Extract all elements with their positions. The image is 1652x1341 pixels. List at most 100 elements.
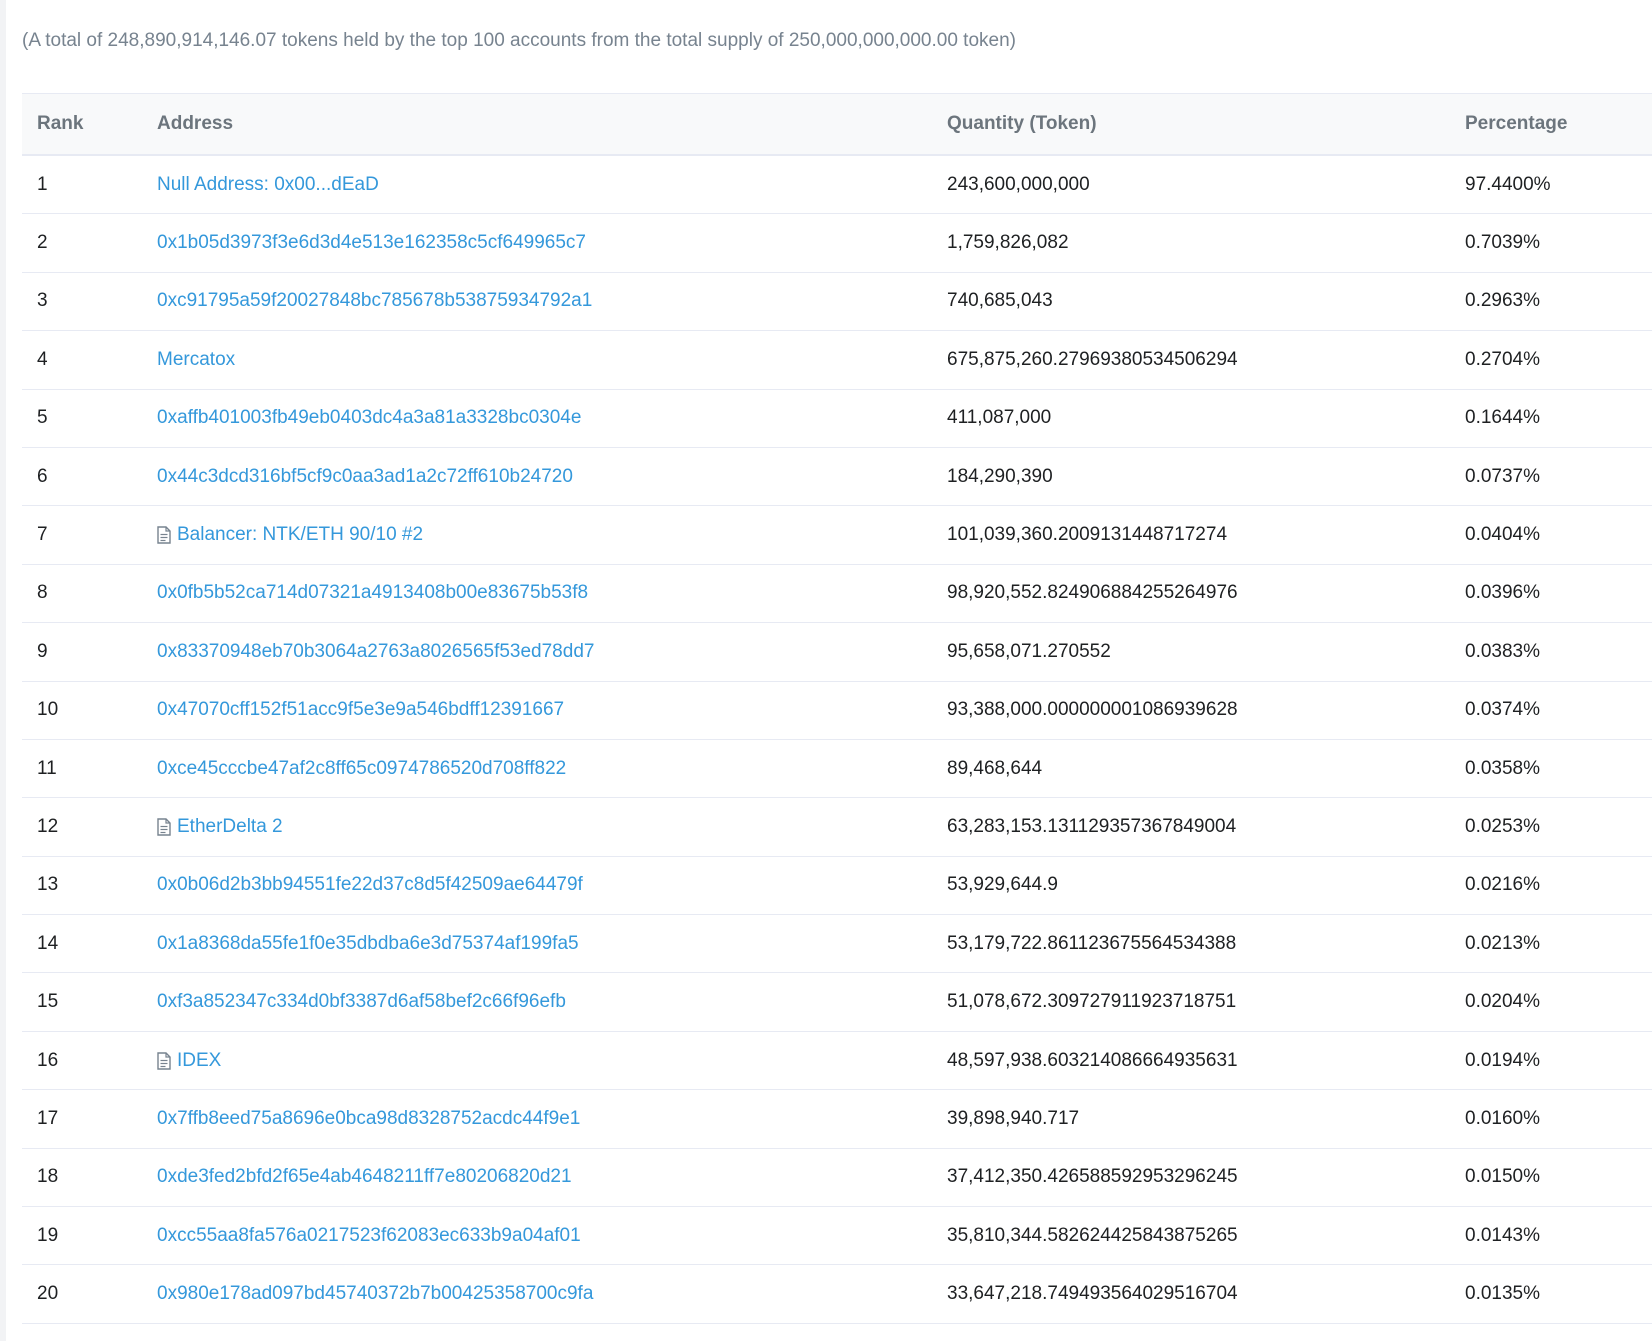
address-link[interactable]: 0xde3fed2bfd2f65e4ab4648211ff7e80206820d…: [157, 1166, 572, 1188]
address-link[interactable]: EtherDelta 2: [177, 816, 283, 838]
address-cell: 0x0fb5b52ca714d07321a4913408b00e83675b53…: [142, 582, 932, 604]
rank-cell: 18: [37, 1166, 59, 1188]
address-cell: EtherDelta 2: [142, 816, 932, 838]
percentage-cell: 0.0194%: [1465, 1049, 1541, 1071]
table-row-8: 8 0x0fb5b52ca714d07321a4913408b00e83675b…: [22, 565, 1652, 624]
percentage-cell: 0.2704%: [1465, 348, 1541, 370]
quantity-cell: 1,759,826,082: [947, 232, 1069, 254]
rank-cell: 8: [37, 582, 48, 604]
table-row-1: 1 Null Address: 0x00...dEaD 243,600,000,…: [22, 156, 1652, 215]
rank-cell: 6: [37, 465, 48, 487]
table-row-9: 9 0x83370948eb70b3064a2763a8026565f53ed7…: [22, 623, 1652, 682]
address-link[interactable]: Mercatox: [157, 349, 235, 371]
rank-cell: 9: [37, 640, 48, 662]
quantity-cell: 89,468,644: [947, 757, 1043, 779]
table-row-3: 3 0xc91795a59f20027848bc785678b538759347…: [22, 273, 1652, 332]
percentage-cell: 0.0160%: [1465, 1107, 1541, 1129]
percentage-cell: 0.0135%: [1465, 1283, 1541, 1305]
rank-cell: 10: [37, 699, 59, 721]
rank-cell: 14: [37, 932, 59, 954]
quantity-cell: 51,078,672.309727911923718751: [947, 991, 1237, 1013]
address-cell: 0xf3a852347c334d0bf3387d6af58bef2c66f96e…: [142, 991, 932, 1013]
address-cell: 0xcc55aa8fa576a0217523f62083ec633b9a04af…: [142, 1225, 932, 1247]
holders-table: Rank Address Quantity (Token) Percentage…: [22, 93, 1652, 1324]
address-link[interactable]: 0x47070cff152f51acc9f5e3e9a546bdff123916…: [157, 699, 564, 721]
quantity-cell: 675,875,260.27969380534506294: [947, 348, 1238, 370]
rank-cell: 7: [37, 524, 48, 546]
table-row-19: 19 0xcc55aa8fa576a0217523f62083ec633b9a0…: [22, 1207, 1652, 1266]
rank-cell: 1: [37, 173, 48, 195]
table-row-11: 11 0xce45cccbe47af2c8ff65c0974786520d708…: [22, 740, 1652, 799]
address-link[interactable]: Null Address: 0x00...dEaD: [157, 174, 379, 196]
address-link[interactable]: 0x0fb5b52ca714d07321a4913408b00e83675b53…: [157, 582, 588, 604]
header-quantity: Quantity (Token): [947, 113, 1097, 134]
address-cell: Null Address: 0x00...dEaD: [142, 174, 932, 196]
percentage-cell: 0.0143%: [1465, 1224, 1541, 1246]
percentage-cell: 0.7039%: [1465, 232, 1541, 254]
left-panel-edge: [0, 0, 6, 1341]
address-cell: 0xce45cccbe47af2c8ff65c0974786520d708ff8…: [142, 758, 932, 780]
quantity-cell: 35,810,344.582624425843875265: [947, 1224, 1238, 1246]
quantity-cell: 63,283,153.131129357367849004: [947, 815, 1237, 837]
percentage-cell: 0.0396%: [1465, 582, 1541, 604]
percentage-cell: 0.1644%: [1465, 407, 1541, 429]
table-row-4: 4 Mercatox 675,875,260.27969380534506294…: [22, 331, 1652, 390]
rank-cell: 15: [37, 991, 59, 1013]
table-row-12: 12 EtherDelta 2 63,283,153.1311293573678…: [22, 798, 1652, 857]
address-cell: Mercatox: [142, 349, 932, 371]
percentage-cell: 0.0358%: [1465, 757, 1541, 779]
header-percentage: Percentage: [1465, 113, 1568, 134]
address-link[interactable]: 0xaffb401003fb49eb0403dc4a3a81a3328bc030…: [157, 407, 581, 429]
rank-cell: 20: [37, 1283, 59, 1305]
table-row-17: 17 0x7ffb8eed75a8696e0bca98d8328752acdc4…: [22, 1090, 1652, 1149]
table-row-2: 2 0x1b05d3973f3e6d3d4e513e162358c5cf6499…: [22, 214, 1652, 273]
address-link[interactable]: IDEX: [177, 1050, 221, 1072]
table-header: Rank Address Quantity (Token) Percentage: [22, 93, 1652, 156]
contract-document-icon: [157, 1051, 171, 1070]
address-cell: 0xc91795a59f20027848bc785678b53875934792…: [142, 290, 932, 312]
holders-summary: (A total of 248,890,914,146.07 tokens he…: [22, 30, 1016, 51]
address-link[interactable]: 0x1a8368da55fe1f0e35dbdba6e3d75374af199f…: [157, 933, 579, 955]
quantity-cell: 184,290,390: [947, 465, 1053, 487]
table-row-20: 20 0x980e178ad097bd45740372b7b0042535870…: [22, 1265, 1652, 1324]
address-cell: 0xde3fed2bfd2f65e4ab4648211ff7e80206820d…: [142, 1166, 932, 1188]
address-cell: 0xaffb401003fb49eb0403dc4a3a81a3328bc030…: [142, 407, 932, 429]
address-link[interactable]: 0x7ffb8eed75a8696e0bca98d8328752acdc44f9…: [157, 1108, 580, 1130]
rank-cell: 17: [37, 1107, 59, 1129]
percentage-cell: 0.2963%: [1465, 290, 1541, 312]
address-link[interactable]: 0x83370948eb70b3064a2763a8026565f53ed78d…: [157, 641, 594, 663]
header-address: Address: [157, 113, 234, 134]
address-link[interactable]: 0x980e178ad097bd45740372b7b00425358700c9…: [157, 1283, 593, 1305]
percentage-cell: 0.0204%: [1465, 991, 1541, 1013]
quantity-cell: 53,929,644.9: [947, 874, 1058, 896]
percentage-cell: 0.0737%: [1465, 465, 1541, 487]
address-link[interactable]: 0x44c3dcd316bf5cf9c0aa3ad1a2c72ff610b247…: [157, 466, 573, 488]
rank-cell: 3: [37, 290, 48, 312]
table-row-7: 7 Balancer: NTK/ETH 90/10 #2 101,039,360…: [22, 506, 1652, 565]
contract-document-icon: [157, 526, 171, 544]
address-link[interactable]: 0xcc55aa8fa576a0217523f62083ec633b9a04af…: [157, 1225, 581, 1247]
quantity-cell: 53,179,722.861123675564534388: [947, 932, 1237, 954]
quantity-cell: 33,647,218.749493564029516704: [947, 1283, 1238, 1305]
percentage-cell: 0.0253%: [1465, 815, 1541, 837]
table-row-13: 13 0x0b06d2b3bb94551fe22d37c8d5f42509ae6…: [22, 857, 1652, 916]
table-body: 1 Null Address: 0x00...dEaD 243,600,000,…: [22, 156, 1652, 1324]
address-link[interactable]: 0x1b05d3973f3e6d3d4e513e162358c5cf649965…: [157, 232, 586, 254]
address-cell: 0x1a8368da55fe1f0e35dbdba6e3d75374af199f…: [142, 933, 932, 955]
address-cell: 0x7ffb8eed75a8696e0bca98d8328752acdc44f9…: [142, 1108, 932, 1130]
address-cell: 0x44c3dcd316bf5cf9c0aa3ad1a2c72ff610b247…: [142, 466, 932, 488]
table-row-6: 6 0x44c3dcd316bf5cf9c0aa3ad1a2c72ff610b2…: [22, 448, 1652, 507]
percentage-cell: 0.0213%: [1465, 932, 1541, 954]
address-link[interactable]: 0xf3a852347c334d0bf3387d6af58bef2c66f96e…: [157, 991, 566, 1013]
address-link[interactable]: 0xce45cccbe47af2c8ff65c0974786520d708ff8…: [157, 758, 566, 780]
quantity-cell: 411,087,000: [947, 407, 1052, 429]
address-cell: IDEX: [142, 1050, 932, 1072]
quantity-cell: 95,658,071.270552: [947, 640, 1111, 662]
percentage-cell: 97.4400%: [1465, 173, 1551, 195]
table-row-15: 15 0xf3a852347c334d0bf3387d6af58bef2c66f…: [22, 973, 1652, 1032]
address-cell: 0x0b06d2b3bb94551fe22d37c8d5f42509ae6447…: [142, 874, 932, 896]
percentage-cell: 0.0150%: [1465, 1166, 1541, 1188]
address-link[interactable]: Balancer: NTK/ETH 90/10 #2: [177, 524, 423, 546]
address-link[interactable]: 0x0b06d2b3bb94551fe22d37c8d5f42509ae6447…: [157, 874, 583, 896]
address-link[interactable]: 0xc91795a59f20027848bc785678b53875934792…: [157, 290, 592, 312]
